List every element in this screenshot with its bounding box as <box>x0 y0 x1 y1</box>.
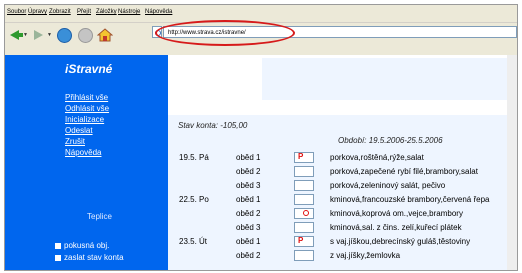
sidebar-title: iStravné <box>65 62 113 76</box>
stop-button[interactable] <box>77 27 93 43</box>
home-icon <box>96 28 114 42</box>
account-balance: Stav konta: -105,00 <box>178 121 248 130</box>
table-row: oběd 2 z vaj.jíšky,žemlovka <box>168 249 517 263</box>
order-checkbox[interactable] <box>294 250 314 261</box>
row-meal: oběd 3 <box>236 181 261 190</box>
checkbox-label: zaslat stav konta <box>64 253 124 262</box>
sidebar-link-inicializace[interactable]: Inicializace <box>65 115 104 124</box>
sidebar: iStravné Přihlásit vše Odhlásit vše Inic… <box>5 55 168 270</box>
order-checkbox[interactable] <box>294 180 314 191</box>
table-row: 22.5. Po oběd 1 kminová,francouzské bram… <box>168 193 517 207</box>
row-meal: oběd 2 <box>236 251 261 260</box>
order-checkbox[interactable] <box>294 194 314 205</box>
reload-icon <box>57 28 72 43</box>
row-meal: oběd 1 <box>236 237 261 246</box>
checkbox-pokusna-obj[interactable]: pokusná obj. <box>55 241 109 250</box>
row-meal: oběd 3 <box>236 223 261 232</box>
header-banner <box>262 58 517 100</box>
main-content: Stav konta: -105,00 Období: 19.5.2006-25… <box>168 55 517 270</box>
browser-window: Soubor Úpravy Zobrazit Přejít Záložky Ná… <box>4 4 518 271</box>
row-description: porková,zapečené rybí filé,brambory,sala… <box>330 167 478 176</box>
sidebar-link-odeslat[interactable]: Odeslat <box>65 126 93 135</box>
order-dot-icon <box>303 210 309 216</box>
forward-button[interactable] <box>31 27 47 43</box>
checkbox-zaslat-stav-konta[interactable]: zaslat stav konta <box>55 253 124 262</box>
order-checkbox[interactable]: P <box>294 236 314 247</box>
row-date: 23.5. Út <box>179 237 208 246</box>
table-row: oběd 3 porková,zeleninový salát, pečivo <box>168 179 517 193</box>
row-description: s vaj.jíškou,debrecínský guláš,těstoviny <box>330 237 471 246</box>
stop-icon <box>78 28 93 43</box>
order-checkbox[interactable] <box>294 166 314 177</box>
sidebar-link-prihlasit-vse[interactable]: Přihlásit vše <box>65 93 108 102</box>
table-row: 23.5. Út oběd 1 P s vaj.jíškou,debrecíns… <box>168 235 517 249</box>
row-meal: oběd 2 <box>236 209 261 218</box>
back-dropdown-icon[interactable]: ▼ <box>23 32 28 38</box>
forward-dropdown-icon[interactable]: ▼ <box>47 32 52 38</box>
sidebar-link-zrusit[interactable]: Zrušit <box>65 137 85 146</box>
sidebar-link-napoveda[interactable]: Nápověda <box>65 148 101 157</box>
order-mark: P <box>298 236 304 245</box>
table-row: 19.5. Pá oběd 1 P porkova,roštěná,rýže,s… <box>168 151 517 165</box>
order-checkbox[interactable]: P <box>294 152 314 163</box>
menu-nastroje[interactable]: Nástroje <box>118 9 140 15</box>
order-checkbox[interactable] <box>294 222 314 233</box>
row-description: porkova,roštěná,rýže,salat <box>330 153 424 162</box>
order-checkbox[interactable] <box>294 208 314 219</box>
row-description: porková,zeleninový salát, pečivo <box>330 181 446 190</box>
back-arrow-icon <box>10 30 23 40</box>
table-row: oběd 2 kminová,koprová om.,vejce,brambor… <box>168 207 517 221</box>
row-meal: oběd 2 <box>236 167 261 176</box>
menu-zalozky[interactable]: Záložky <box>96 9 117 15</box>
row-meal: oběd 1 <box>236 195 261 204</box>
menu-upravy[interactable]: Úpravy <box>28 9 47 15</box>
row-date: 19.5. Pá <box>179 153 209 162</box>
row-description: kminová,francouzské brambory,červená řep… <box>330 195 490 204</box>
back-button[interactable] <box>7 27 23 43</box>
row-description: kminová,koprová om.,vejce,brambory <box>330 209 463 218</box>
checkbox-box[interactable] <box>55 243 61 249</box>
home-button[interactable] <box>96 27 114 43</box>
period-label: Období: 19.5.2006-25.5.2006 <box>338 136 443 145</box>
order-mark: P <box>298 152 304 161</box>
vertical-scrollbar[interactable] <box>507 55 517 270</box>
row-description: kminová,sal. z čins. zelí,kuřecí plátek <box>330 223 462 232</box>
checkbox-label: pokusná obj. <box>64 241 110 250</box>
menu-zobrazit[interactable]: Zobrazit <box>49 9 71 15</box>
menu-prejit[interactable]: Přejít <box>77 9 91 15</box>
row-date: 22.5. Po <box>179 195 209 204</box>
menu-napoveda[interactable]: Nápověda <box>145 9 172 15</box>
table-row: oběd 2 porková,zapečené rybí filé,brambo… <box>168 165 517 179</box>
row-meal: oběd 1 <box>236 153 261 162</box>
table-row: oběd 3 kminová,sal. z čins. zelí,kuřecí … <box>168 221 517 235</box>
menu-bar: Soubor Úpravy Zobrazit Přejít Záložky Ná… <box>5 5 517 22</box>
sidebar-city: Teplice <box>87 212 112 221</box>
highlight-ellipse <box>155 20 295 46</box>
menu-soubor[interactable]: Soubor <box>7 9 26 15</box>
forward-arrow-icon <box>34 30 43 40</box>
row-description: z vaj.jíšky,žemlovka <box>330 251 401 260</box>
reload-button[interactable] <box>56 27 72 43</box>
sidebar-link-odhlasit-vse[interactable]: Odhlásit vše <box>65 104 109 113</box>
checkbox-box[interactable] <box>55 255 61 261</box>
